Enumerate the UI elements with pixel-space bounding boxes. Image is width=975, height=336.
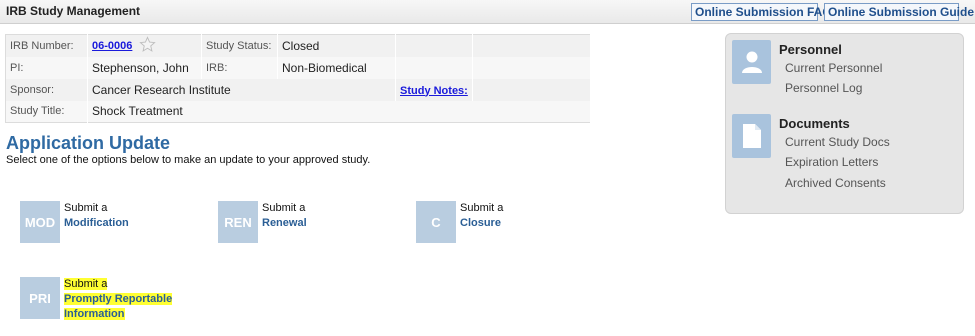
current-study-docs-link[interactable]: Current Study Docs bbox=[785, 135, 890, 149]
pi-label: PI: bbox=[5, 56, 88, 79]
option-prefix: Submit a bbox=[64, 202, 108, 214]
option-prefix: Submit a bbox=[262, 202, 306, 214]
current-personnel-link[interactable]: Current Personnel bbox=[785, 61, 882, 75]
pi-value: Stephenson, John bbox=[87, 56, 202, 79]
page-header-bar: IRB Study Management Online Submission F… bbox=[0, 0, 975, 24]
irb-label: IRB: bbox=[201, 56, 278, 79]
renewal-link[interactable]: Renewal bbox=[262, 216, 307, 231]
archived-consents-link[interactable]: Archived Consents bbox=[785, 176, 886, 190]
ren-icon[interactable]: REN bbox=[218, 201, 258, 243]
online-submission-guide-button[interactable]: Online Submission Guide bbox=[824, 3, 974, 21]
documents-heading: Documents bbox=[779, 116, 850, 131]
irb-number-label: IRB Number: bbox=[5, 34, 88, 57]
page-title: IRB Study Management bbox=[6, 4, 141, 18]
modification-link[interactable]: Modification bbox=[64, 216, 129, 231]
pri-icon[interactable]: PRI bbox=[20, 277, 60, 319]
irb-value: Non-Biomedical bbox=[277, 56, 396, 79]
personnel-log-link[interactable]: Personnel Log bbox=[785, 81, 862, 95]
option-prefix: Submit a bbox=[64, 278, 108, 290]
promptly-reportable-link[interactable]: Promptly Reportable bbox=[64, 293, 173, 305]
document-icon bbox=[732, 114, 771, 158]
personnel-heading: Personnel bbox=[779, 42, 842, 57]
sponsor-value: Cancer Research Institute bbox=[87, 78, 396, 101]
study-info-table: IRB Number: 06-0006 Study Status: Closed… bbox=[5, 34, 592, 123]
study-info-row: PI: Stephenson, John IRB: Non-Biomedical bbox=[5, 56, 592, 79]
favorite-star-icon[interactable] bbox=[139, 36, 156, 56]
irb-number-link[interactable]: 06-0006 bbox=[92, 40, 132, 52]
expiration-letters-link[interactable]: Expiration Letters bbox=[785, 155, 878, 169]
sponsor-label: Sponsor: bbox=[5, 78, 88, 101]
study-notes-link[interactable]: Study Notes: bbox=[400, 85, 468, 97]
information-link[interactable]: Information bbox=[64, 308, 125, 320]
study-info-row: Study Title: Shock Treatment bbox=[5, 100, 591, 123]
study-status-label: Study Status: bbox=[201, 34, 278, 57]
study-info-row: IRB Number: 06-0006 Study Status: Closed bbox=[5, 34, 592, 57]
application-update-heading: Application Update bbox=[6, 133, 171, 153]
irb-number-cell: 06-0006 bbox=[87, 34, 202, 57]
application-update-instructions: Select one of the options below to make … bbox=[6, 154, 371, 166]
person-icon bbox=[732, 40, 771, 84]
mod-icon[interactable]: MOD bbox=[20, 201, 60, 243]
study-title-label: Study Title: bbox=[5, 100, 88, 123]
closure-link[interactable]: Closure bbox=[460, 216, 503, 231]
online-submission-faq-button[interactable]: Online Submission FAQ bbox=[691, 3, 832, 21]
study-notes-cell: Study Notes: bbox=[395, 78, 473, 101]
study-title-value: Shock Treatment bbox=[87, 100, 591, 123]
closure-icon[interactable]: C bbox=[416, 201, 456, 243]
study-status-value: Closed bbox=[277, 34, 396, 57]
study-info-row: Sponsor: Cancer Research Institute Study… bbox=[5, 78, 592, 101]
side-panel: Personnel Current Personnel Personnel Lo… bbox=[725, 33, 964, 214]
option-prefix: Submit a bbox=[460, 202, 504, 214]
